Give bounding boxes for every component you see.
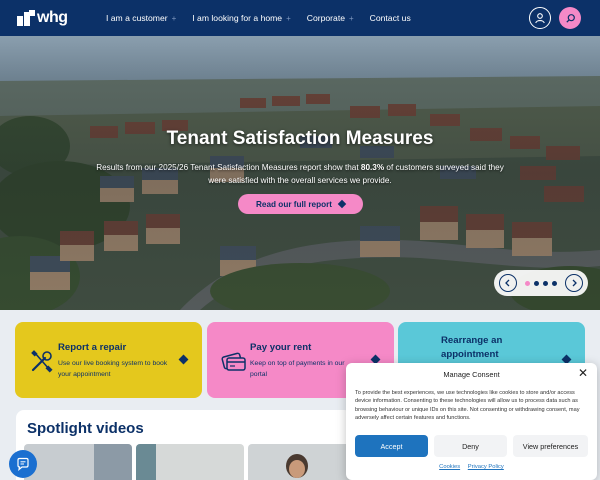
diamond-arrow-icon — [178, 354, 189, 365]
nav-item-customer[interactable]: I am a customer + — [106, 13, 176, 23]
card-report-repair[interactable]: Report a repair Use our live booking sys… — [15, 322, 202, 398]
site-header: whg I am a customer + I am looking for a… — [0, 0, 600, 36]
whg-logo[interactable]: whg — [17, 6, 69, 30]
logo-mark-icon — [17, 10, 35, 26]
carousel-next-button[interactable] — [565, 274, 583, 292]
plus-icon: + — [348, 13, 354, 23]
spotlight-videos-section: Spotlight videos — [16, 410, 356, 480]
search-button[interactable] — [559, 7, 581, 29]
spotlight-title: Spotlight videos — [27, 420, 144, 437]
chat-button[interactable] — [9, 450, 37, 478]
carousel-prev-button[interactable] — [499, 274, 517, 292]
logo-text: whg — [37, 9, 68, 26]
carousel-dot[interactable] — [525, 280, 530, 286]
payment-card-icon — [221, 352, 246, 371]
carousel-dot[interactable] — [552, 280, 557, 286]
view-preferences-button[interactable]: View preferences — [513, 435, 588, 457]
deny-button[interactable]: Deny — [434, 435, 507, 457]
video-thumbnail[interactable] — [24, 444, 132, 480]
chevron-left-icon — [505, 279, 510, 287]
hero-banner: Tenant Satisfaction Measures Results fro… — [0, 36, 600, 310]
accept-button[interactable]: Accept — [355, 435, 428, 457]
account-button[interactable] — [529, 7, 551, 29]
hero-highlight-percentage: 80.3% — [360, 163, 385, 172]
plus-icon: + — [171, 13, 177, 23]
close-icon[interactable]: ✕ — [578, 367, 588, 379]
nav-item-label: Corporate — [306, 13, 345, 23]
main-nav: I am a customer + I am looking for a hom… — [106, 0, 427, 36]
cookie-consent-dialog: Manage Consent ✕ To provide the best exp… — [346, 363, 597, 480]
chevron-right-icon — [572, 279, 577, 287]
page: whg I am a customer + I am looking for a… — [0, 0, 600, 480]
video-thumbnail[interactable] — [248, 444, 356, 480]
nav-item-looking-for-home[interactable]: I am looking for a home + — [192, 13, 290, 23]
hero-text-part: Results from our 2025/26 Tenant Satisfac… — [96, 163, 361, 172]
card-title: Report a repair — [58, 342, 127, 353]
carousel-dot[interactable] — [543, 280, 548, 286]
nav-item-label: I am a customer — [106, 13, 168, 23]
plus-icon: + — [286, 13, 291, 23]
user-icon — [535, 13, 545, 24]
carousel-dot[interactable] — [534, 280, 539, 286]
card-description: Use our live booking system to book your… — [58, 360, 168, 378]
tools-icon — [31, 350, 53, 373]
nav-item-label: I am looking for a home — [192, 13, 283, 23]
card-title: Pay your rent — [250, 342, 312, 353]
hero-description: Results from our 2025/26 Tenant Satisfac… — [95, 161, 505, 187]
diamond-arrow-icon — [337, 199, 347, 209]
privacy-policy-link[interactable]: Privacy Policy — [468, 464, 504, 470]
consent-title: Manage Consent — [443, 370, 500, 379]
nav-item-corporate[interactable]: Corporate + — [307, 13, 354, 23]
nav-item-contact[interactable]: Contact us — [370, 13, 411, 23]
button-label: Read our full report — [256, 199, 332, 209]
chat-bubble-icon — [17, 457, 29, 471]
search-icon — [565, 13, 575, 23]
card-title: Rearrange an appointment — [441, 335, 503, 360]
read-full-report-button[interactable]: Read our full report — [238, 194, 363, 214]
video-thumbnail[interactable] — [136, 444, 244, 480]
carousel-dots — [523, 280, 559, 286]
carousel-controls — [494, 270, 588, 296]
consent-links: Cookies Privacy Policy — [346, 464, 597, 470]
consent-body: To provide the best experiences, we use … — [355, 390, 580, 422]
nav-item-label: Contact us — [369, 13, 411, 23]
hero-title: Tenant Satisfaction Measures — [166, 128, 434, 149]
cookies-link[interactable]: Cookies — [439, 464, 460, 470]
